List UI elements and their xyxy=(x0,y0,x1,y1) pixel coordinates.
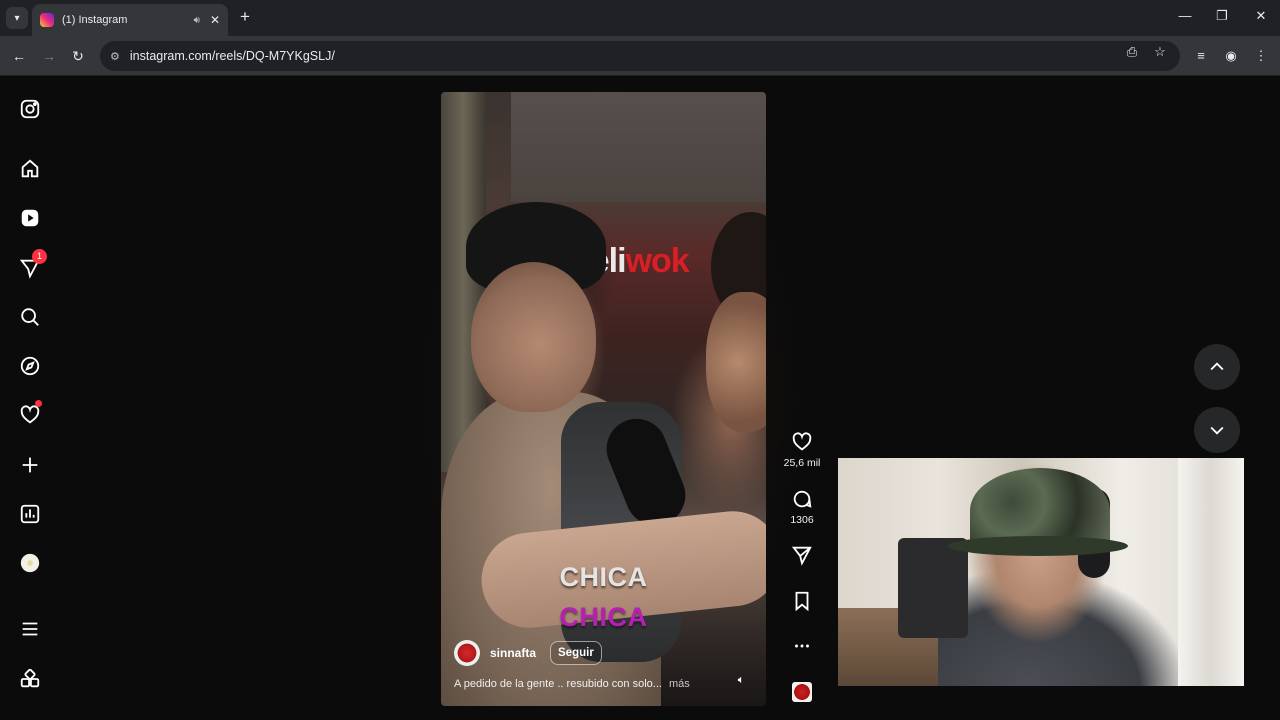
reels-icon[interactable] xyxy=(18,206,42,230)
next-reel-button[interactable] xyxy=(1194,407,1240,453)
tab-title: (1) Instagram xyxy=(62,14,128,26)
dashboard-icon[interactable] xyxy=(18,502,42,526)
comment-count: 1306 xyxy=(790,514,814,526)
instagram-favicon-icon xyxy=(40,13,54,27)
url-omnibox[interactable]: ⚙ instagram.com/reels/DQ-M7YKgSLJ/ xyxy=(100,41,1180,71)
address-toolbar: ← → ↻ ⚙ instagram.com/reels/DQ-M7YKgSLJ/… xyxy=(0,36,1280,76)
search-icon[interactable] xyxy=(18,305,42,329)
share-action[interactable] xyxy=(778,544,826,566)
notifications-heart-icon[interactable] xyxy=(18,400,42,427)
audio-avatar-icon[interactable] xyxy=(792,682,812,702)
reel-actions: 25,6 mil 1306 xyxy=(778,77,826,720)
minimize-window-icon[interactable]: — xyxy=(1176,8,1194,23)
new-tab-button[interactable]: + xyxy=(236,8,254,26)
comment-action[interactable]: 1306 xyxy=(778,488,826,526)
webcam-curtain xyxy=(1178,458,1244,686)
audio-source-action[interactable] xyxy=(778,682,826,702)
instagram-page: 1 deliwok xyxy=(0,77,1280,720)
previous-reel-button[interactable] xyxy=(1194,344,1240,390)
video-person2-face xyxy=(706,292,766,432)
webcam-chair xyxy=(898,538,968,638)
profile-avatar-icon[interactable] xyxy=(18,551,42,575)
left-sidebar: 1 xyxy=(0,77,62,720)
chevron-down-icon xyxy=(1210,426,1224,435)
save-action[interactable] xyxy=(778,590,826,612)
reel-description: A pedido de la gente .. resubido con sol… xyxy=(454,678,690,690)
menu-kebab-icon[interactable]: ⋮ xyxy=(1252,47,1270,65)
instagram-logo-icon[interactable] xyxy=(18,97,42,121)
profile-icon[interactable]: ◉ xyxy=(1222,47,1240,65)
also-from-meta-icon[interactable] xyxy=(18,667,42,691)
more-menu-icon[interactable] xyxy=(18,617,42,641)
webcam-cap-visor xyxy=(948,536,1128,556)
webcam-overlay xyxy=(838,458,1244,686)
video-building xyxy=(511,92,766,202)
comment-bubble-icon[interactable] xyxy=(791,488,813,510)
home-icon[interactable] xyxy=(18,157,42,181)
reel-author-row: sinnafta Seguir xyxy=(454,640,602,666)
like-heart-icon[interactable] xyxy=(791,431,813,453)
forward-button[interactable]: → xyxy=(40,47,58,65)
browser-tab-instagram[interactable]: (1) Instagram 🔊︎ ✕ xyxy=(32,4,228,36)
back-button[interactable]: ← xyxy=(10,47,28,65)
video-person1-face xyxy=(471,262,596,412)
author-username[interactable]: sinnafta xyxy=(490,646,536,660)
url-text: instagram.com/reels/DQ-M7YKgSLJ/ xyxy=(129,49,335,63)
close-window-icon[interactable]: ✕ xyxy=(1252,8,1270,24)
tab-audio-icon[interactable]: 🔊︎ xyxy=(194,15,200,26)
media-controls-icon[interactable]: ≡ xyxy=(1192,47,1210,65)
site-info-icon[interactable]: ⚙ xyxy=(110,50,120,63)
subtitle-line-1: CHICA xyxy=(559,562,648,592)
messages-badge: 1 xyxy=(32,249,47,264)
chevron-up-icon xyxy=(1210,362,1224,371)
mute-toggle-icon[interactable]: 🔈︎ xyxy=(733,674,749,690)
messages-icon[interactable]: 1 xyxy=(18,249,47,280)
explore-compass-icon[interactable] xyxy=(18,354,42,378)
create-plus-icon[interactable] xyxy=(18,453,42,477)
follow-button[interactable]: Seguir xyxy=(550,641,602,665)
author-avatar[interactable] xyxy=(454,640,480,666)
restore-window-icon[interactable]: ❐ xyxy=(1213,8,1231,24)
more-dots-icon[interactable] xyxy=(791,635,813,657)
more-options-action[interactable] xyxy=(778,635,826,657)
browser-tab-bar: ▾ (1) Instagram 🔊︎ ✕ + — ❐ ✕ xyxy=(0,0,1280,36)
notifications-dot xyxy=(35,400,42,407)
like-action[interactable]: 25,6 mil xyxy=(778,431,826,469)
install-app-icon[interactable]: ⎙ xyxy=(1124,44,1140,60)
bookmark-save-icon[interactable] xyxy=(791,590,813,612)
share-send-icon[interactable] xyxy=(791,544,813,566)
reel-video[interactable]: deliwok CHICA CHICA sinnafta Seguir A pe… xyxy=(441,92,766,706)
subtitle-line-2: CHICA xyxy=(559,602,648,632)
tab-search-dropdown-icon[interactable]: ▾ xyxy=(6,7,28,29)
tab-close-icon[interactable]: ✕ xyxy=(210,13,220,27)
description-text: A pedido de la gente .. resubido con sol… xyxy=(454,678,665,690)
more-link[interactable]: más xyxy=(669,678,690,690)
reload-button[interactable]: ↻ xyxy=(69,47,87,65)
like-count: 25,6 mil xyxy=(783,457,821,469)
bookmark-star-icon[interactable]: ☆ xyxy=(1152,44,1168,60)
